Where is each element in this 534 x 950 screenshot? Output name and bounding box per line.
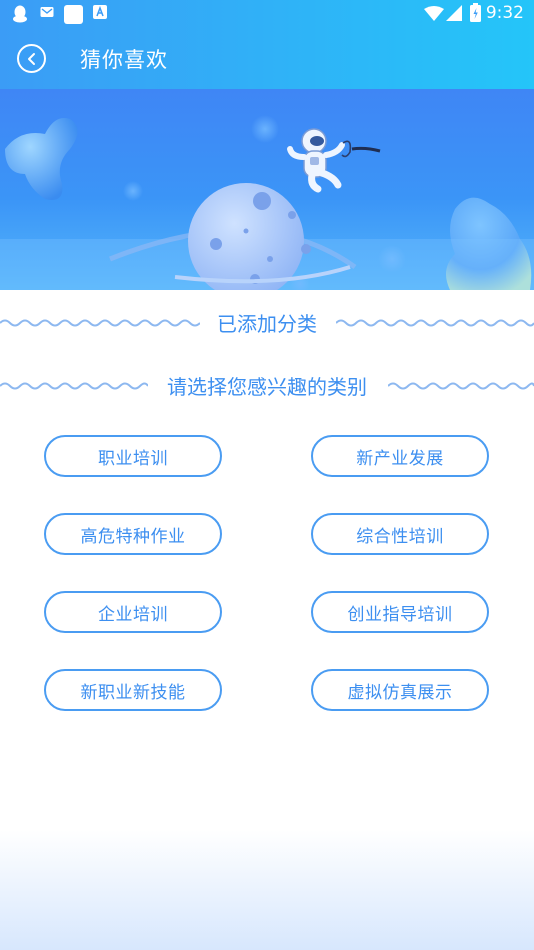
square-app-icon	[64, 5, 83, 24]
battery-icon	[470, 3, 481, 22]
page-title: 猜你喜欢	[80, 48, 168, 72]
banner-illustration	[0, 89, 534, 290]
qq-icon	[13, 5, 27, 23]
category-button-hazardous-work[interactable]: 高危特种作业	[44, 513, 222, 555]
category-button-vocational-training[interactable]: 职业培训	[44, 435, 222, 477]
status-bar: 9:32	[0, 0, 534, 28]
wifi-icon	[424, 6, 444, 21]
status-time: 9:32	[485, 3, 524, 23]
signal-icon	[446, 5, 462, 21]
category-button-new-industry[interactable]: 新产业发展	[311, 435, 489, 477]
category-button-startup-guidance[interactable]: 创业指导培训	[311, 591, 489, 633]
category-button-new-skills[interactable]: 新职业新技能	[44, 669, 222, 711]
category-button-enterprise-training[interactable]: 企业培训	[44, 591, 222, 633]
mail-icon	[40, 7, 54, 17]
added-section-header: 已添加分类	[0, 308, 534, 338]
astronaut-planet-illustration	[0, 115, 534, 290]
wave-divider-right	[388, 382, 534, 390]
font-icon	[93, 5, 107, 19]
wave-divider-right	[336, 319, 534, 327]
category-button-comprehensive-training[interactable]: 综合性培训	[311, 513, 489, 555]
category-button-virtual-simulation[interactable]: 虚拟仿真展示	[311, 669, 489, 711]
bottom-gradient	[0, 830, 534, 950]
back-arrow-icon	[27, 52, 35, 65]
back-button[interactable]	[17, 44, 46, 73]
choose-section-header: 请选择您感兴趣的类别	[0, 371, 534, 401]
nav-bar: 猜你喜欢	[0, 28, 534, 89]
